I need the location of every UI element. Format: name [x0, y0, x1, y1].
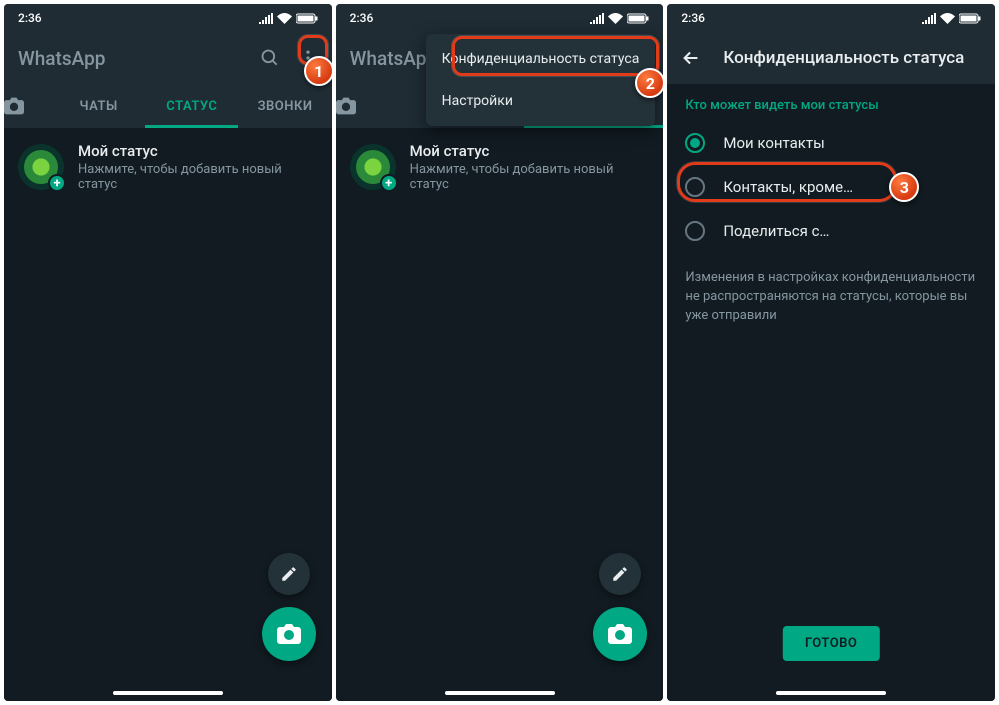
callout-2: 2: [635, 68, 663, 98]
clock: 2:36: [681, 11, 705, 25]
fab-camera[interactable]: [262, 607, 316, 661]
my-status-row[interactable]: + Мой статус Нажмите, чтобы добавить нов…: [4, 128, 332, 206]
android-status-bar: 2:36: [667, 4, 995, 32]
radio-unselected: [685, 177, 705, 197]
signal-icon: [259, 13, 273, 24]
back-button[interactable]: [671, 38, 711, 78]
status-indicators: [590, 13, 649, 24]
camera-icon: [608, 623, 632, 645]
callout-1: 1: [304, 56, 332, 86]
fab-edit[interactable]: [268, 553, 310, 595]
clock: 2:36: [18, 11, 42, 25]
signal-icon: [590, 13, 604, 24]
pencil-icon: [280, 565, 298, 583]
plus-icon: +: [48, 174, 66, 192]
my-status-title: Мой статус: [78, 142, 318, 160]
home-indicator[interactable]: [445, 691, 555, 695]
wifi-icon: [608, 13, 623, 24]
radio-selected: [685, 133, 705, 153]
tab-status[interactable]: СТАТУС: [145, 84, 238, 128]
menu-status-privacy[interactable]: Конфиденциальность статуса: [426, 38, 656, 80]
search-icon[interactable]: [260, 48, 280, 68]
option-contacts-except[interactable]: Контакты, кроме…: [667, 165, 995, 209]
avatar: +: [18, 144, 64, 190]
phone-screen-2: 2:36 WhatsApp ЧАТЫ + Мой статус Нажмите,…: [336, 4, 664, 701]
fab-edit[interactable]: [599, 553, 641, 595]
content-area: + Мой статус Нажмите, чтобы добавить нов…: [336, 128, 664, 701]
privacy-hint: Изменения в настройках конфиденциальност…: [667, 253, 995, 342]
android-status-bar: 2:36: [4, 4, 332, 32]
my-status-subtitle: Нажмите, чтобы добавить новый статус: [410, 162, 650, 192]
signal-icon: [922, 13, 936, 24]
privacy-app-bar: Конфиденциальность статуса: [667, 32, 995, 84]
clock: 2:36: [350, 11, 374, 25]
camera-icon: [277, 623, 301, 645]
option-share-with[interactable]: Поделиться с…: [667, 209, 995, 253]
options-dropdown: Конфиденциальность статуса Настройки: [426, 34, 656, 126]
android-status-bar: 2:36: [336, 4, 664, 32]
avatar: +: [350, 144, 396, 190]
section-label: Кто может видеть мои статусы: [667, 84, 995, 121]
tab-calls[interactable]: ЗВОНКИ: [238, 84, 331, 128]
status-indicators: [259, 13, 318, 24]
done-button[interactable]: ГОТОВО: [783, 626, 879, 661]
wifi-icon: [277, 13, 292, 24]
app-bar: WhatsApp: [4, 32, 332, 84]
battery-icon: [627, 13, 649, 24]
phone-screen-3: 2:36 Конфиденциальность статуса Кто може…: [667, 4, 995, 701]
tab-chats[interactable]: ЧАТЫ: [52, 84, 145, 128]
tab-camera[interactable]: [336, 97, 384, 115]
app-title: WhatsApp: [18, 47, 242, 70]
content-area: + Мой статус Нажмите, чтобы добавить нов…: [4, 128, 332, 701]
home-indicator[interactable]: [113, 691, 223, 695]
option-my-contacts[interactable]: Мои контакты: [667, 121, 995, 165]
arrow-left-icon: [680, 47, 702, 69]
privacy-title: Конфиденциальность статуса: [723, 48, 964, 68]
my-status-row[interactable]: + Мой статус Нажмите, чтобы добавить нов…: [336, 128, 664, 206]
wifi-icon: [940, 13, 955, 24]
my-status-subtitle: Нажмите, чтобы добавить новый статус: [78, 162, 318, 192]
my-status-title: Мой статус: [410, 142, 650, 160]
battery-icon: [296, 13, 318, 24]
status-indicators: [922, 13, 981, 24]
pencil-icon: [611, 565, 629, 583]
privacy-content: Кто может видеть мои статусы Мои контакт…: [667, 84, 995, 701]
home-indicator[interactable]: [776, 691, 886, 695]
plus-icon: +: [380, 174, 398, 192]
radio-unselected: [685, 221, 705, 241]
menu-settings[interactable]: Настройки: [426, 80, 656, 122]
phone-screen-1: 2:36 WhatsApp ЧАТЫ СТАТУС ЗВОНКИ +: [4, 4, 332, 701]
fab-camera[interactable]: [593, 607, 647, 661]
tabs: ЧАТЫ СТАТУС ЗВОНКИ: [4, 84, 332, 128]
battery-icon: [959, 13, 981, 24]
tab-camera[interactable]: [4, 97, 52, 115]
